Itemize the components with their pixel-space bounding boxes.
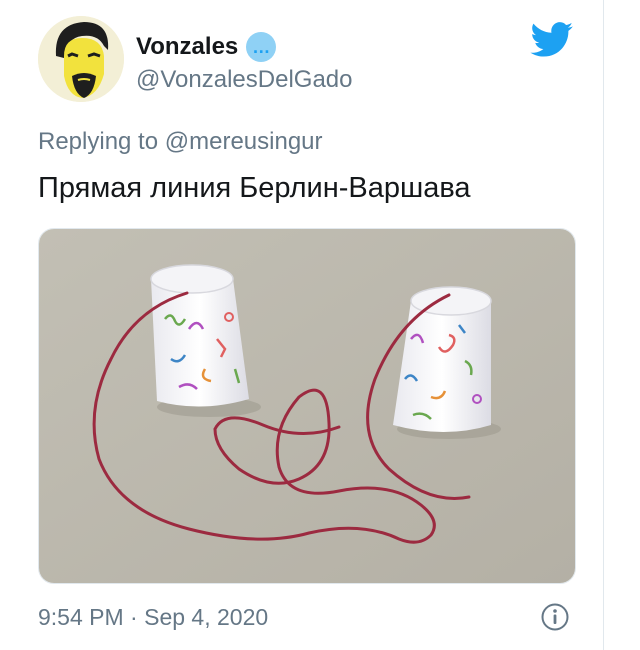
reply-mention-link[interactable]: @mereusingur — [165, 128, 323, 155]
twitter-bird-icon[interactable] — [530, 22, 574, 58]
tweet-text: Прямая линия Берлин-Варшава — [38, 172, 471, 204]
info-icon[interactable] — [540, 602, 570, 632]
tweet-date[interactable]: Sep 4, 2020 — [144, 604, 268, 630]
author-handle[interactable]: @VonzalesDelGado — [136, 66, 353, 94]
timestamp-separator: · — [123, 604, 145, 630]
avatar-illustration — [38, 16, 124, 102]
tweet-card: Vonzales … @VonzalesDelGado Replying to … — [0, 0, 604, 650]
avatar[interactable] — [38, 16, 124, 102]
tweet-timestamp[interactable]: 9:54 PM · Sep 4, 2020 — [38, 604, 268, 631]
tweet-time[interactable]: 9:54 PM — [38, 604, 124, 630]
badge-dots: … — [252, 37, 271, 57]
author-name-row[interactable]: Vonzales … — [136, 32, 277, 62]
tweet-photo[interactable] — [38, 228, 576, 584]
replying-prefix: Replying to — [38, 128, 165, 155]
photo-paper-cup-telephone — [39, 229, 575, 583]
replying-to: Replying to @mereusingur — [38, 128, 323, 156]
speech-bubble-icon: … — [246, 32, 277, 62]
author-display-name[interactable]: Vonzales — [136, 33, 238, 61]
